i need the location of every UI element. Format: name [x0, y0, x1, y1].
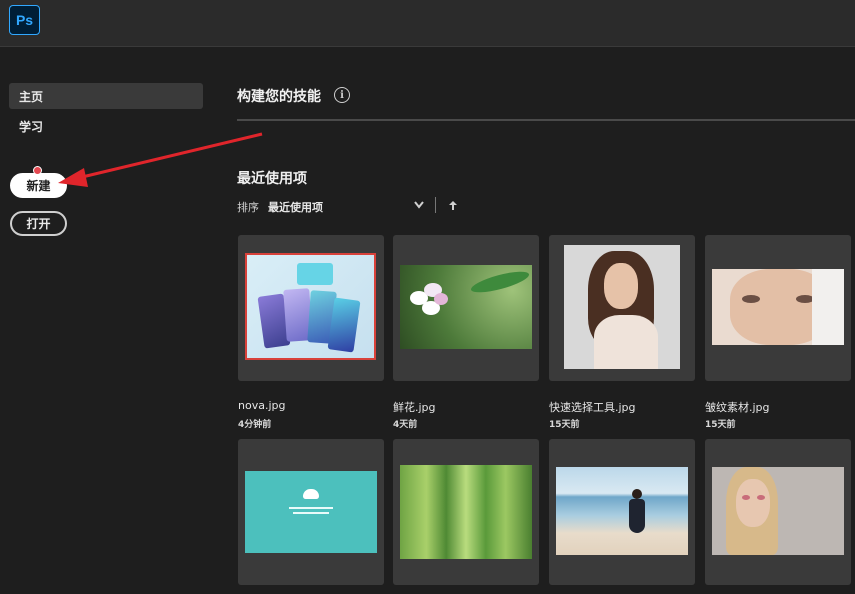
info-icon[interactable]: i [334, 87, 350, 103]
file-card-nova[interactable] [238, 235, 384, 381]
sort-separator [435, 197, 436, 213]
skills-title: 构建您的技能 [237, 89, 321, 105]
file-thumbnail [400, 265, 532, 349]
file-thumbnail [245, 471, 377, 553]
annotation-arrow-head [58, 168, 88, 187]
file-card-portrait[interactable] [705, 439, 851, 585]
sort-dropdown[interactable]: 最近使用项 [268, 199, 323, 215]
file-thumbnail [400, 465, 532, 559]
file-card-teal-design[interactable] [238, 439, 384, 585]
file-thumbnail [556, 467, 688, 555]
file-name[interactable]: 鲜花.jpg [393, 399, 436, 415]
file-thumbnail [712, 467, 844, 555]
sort-label: 排序 [237, 201, 259, 214]
file-time: 4分钟前 [238, 420, 272, 430]
file-card-wrinkle[interactable] [705, 235, 851, 381]
section-divider [237, 119, 855, 121]
file-time: 4天前 [393, 420, 418, 430]
file-thumbnail [245, 253, 376, 360]
file-name[interactable]: nova.jpg [238, 399, 285, 412]
file-card-flower[interactable] [393, 235, 539, 381]
sort-direction-arrow-icon[interactable] [448, 200, 458, 212]
file-time: 15天前 [705, 420, 736, 430]
file-thumbnail [564, 245, 680, 369]
file-thumbnail [712, 269, 844, 345]
chevron-down-icon[interactable] [413, 200, 425, 210]
file-card-beach[interactable] [549, 439, 695, 585]
file-card-quick-select[interactable] [549, 235, 695, 381]
annotation-arrow-line [77, 132, 263, 180]
file-time: 15天前 [549, 420, 580, 430]
recent-title: 最近使用项 [237, 171, 307, 187]
file-name[interactable]: 快速选择工具.jpg [549, 399, 636, 415]
file-name[interactable]: 皱纹素材.jpg [705, 399, 770, 415]
file-card-bamboo[interactable] [393, 439, 539, 585]
